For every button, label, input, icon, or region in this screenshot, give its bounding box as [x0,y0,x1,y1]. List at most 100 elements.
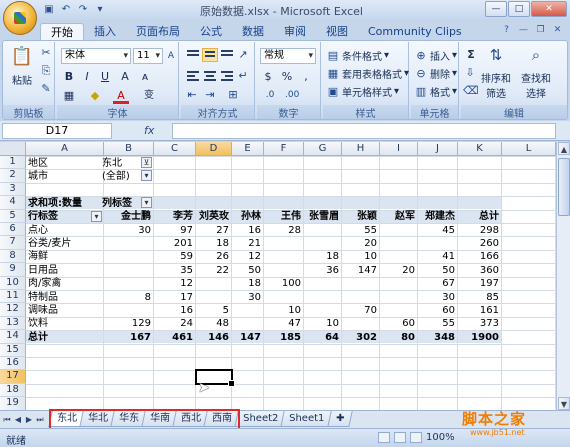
increase-indent-icon[interactable]: ⇥ [203,88,217,102]
insert-function-button[interactable]: fx [118,124,170,139]
pivot-total-cell[interactable]: 461 [156,331,193,344]
cell-styles-button[interactable]: ▣ 单元格样式 ▾ [326,84,399,100]
pivot-total-cell[interactable]: 167 [106,331,151,344]
pivot-value-cell[interactable] [106,277,151,290]
autosum-button[interactable]: Σ [463,47,479,63]
pivot-value-cell[interactable]: 50 [420,264,455,277]
pivot-value-cell[interactable]: 10 [306,317,339,330]
pivot-value-cell[interactable]: 360 [460,264,499,277]
pivot-value-cell[interactable] [382,277,415,290]
pivot-value-cell[interactable]: 201 [156,237,193,250]
pivot-total-cell[interactable]: 146 [198,331,229,344]
tab-community-clips[interactable]: Community Clips [358,23,472,41]
column-header-b[interactable]: B [104,142,154,156]
pivot-total-cell[interactable]: 302 [344,331,377,344]
row-header-19[interactable]: 19 [0,397,26,410]
pivot-value-cell[interactable] [344,277,377,290]
pivot-total-cell[interactable]: 185 [266,331,301,344]
pivot-row-label-cell[interactable]: 点心 [28,224,101,237]
row-header-3[interactable]: 3 [0,182,26,197]
scroll-down-icon[interactable]: ▼ [558,397,570,410]
row-header-15[interactable]: 15 [0,343,26,357]
save-icon[interactable]: ▣ [42,3,56,17]
pivot-value-cell[interactable]: 21 [234,237,261,250]
pivot-value-cell[interactable]: 22 [198,264,229,277]
pivot-value-cell[interactable] [234,317,261,330]
merge-center-icon[interactable]: ⊞ [226,88,240,102]
clear-icon[interactable]: ⌫ [463,84,479,98]
insert-sheet-icon[interactable]: ✚ [326,411,353,427]
pivot-total-cell[interactable]: 80 [382,331,415,344]
pivot-value-cell[interactable] [382,304,415,317]
pivot-value-cell[interactable]: 28 [266,224,301,237]
number-format-select[interactable]: 常规 [260,48,316,64]
underline-button[interactable]: U [97,69,113,85]
column-header-e[interactable]: E [232,142,264,156]
tab-home[interactable]: 开始 [40,23,84,41]
maximize-button[interactable]: □ [508,1,530,17]
filter-dropdown-icon[interactable]: ▾ [141,170,152,182]
ribbon-close-icon[interactable]: ✕ [551,24,564,37]
pivot-value-cell[interactable]: 161 [460,304,499,317]
column-header-d[interactable]: D [196,142,232,156]
office-button[interactable] [3,1,37,35]
pivot-column-header[interactable]: 赵军 [382,210,415,223]
redo-icon[interactable]: ↷ [76,3,90,17]
column-header-i[interactable]: I [380,142,418,156]
pivot-value-cell[interactable]: 260 [460,237,499,250]
pivot-value-cell[interactable]: 17 [156,291,193,304]
pivot-value-cell[interactable]: 10 [344,250,377,263]
font-size-select[interactable]: 11 [133,48,163,64]
align-center-icon[interactable] [202,69,218,83]
scroll-up-icon[interactable]: ▲ [558,142,570,155]
pivot-value-cell[interactable]: 166 [460,250,499,263]
pivot-value-cell[interactable]: 36 [306,264,339,277]
pivot-value-cell[interactable] [198,277,229,290]
pivot-value-label[interactable]: 求和项:数量 [28,197,101,210]
grow-font-button[interactable]: A [117,69,133,85]
shrink-font-icon[interactable]: ᴀ [137,69,153,85]
comma-button[interactable]: , [298,69,314,85]
decrease-decimal-icon[interactable]: .00 [285,88,299,102]
row-header-10[interactable]: 10 [0,276,26,290]
pivot-value-cell[interactable]: 16 [156,304,193,317]
pivot-value-cell[interactable] [306,277,339,290]
pivot-column-header[interactable]: 张颖 [344,210,377,223]
font-color-button[interactable]: A [113,88,129,104]
pivot-column-header[interactable]: 王伟 [266,210,301,223]
pivot-value-cell[interactable] [266,264,301,277]
pivot-value-cell[interactable]: 18 [198,237,229,250]
column-header-g[interactable]: G [304,142,342,156]
delete-cells-button[interactable]: ⊖ 删除 ▾ [414,66,457,82]
pivot-row-label-cell[interactable]: 肉/家禽 [28,277,101,290]
row-header-5[interactable]: 5 [0,209,26,223]
pivot-value-cell[interactable]: 60 [420,304,455,317]
align-top-icon[interactable] [185,48,201,62]
currency-button[interactable]: $ [260,69,276,85]
pivot-value-cell[interactable]: 12 [234,250,261,263]
tab-insert[interactable]: 插入 [84,23,126,41]
tab-view[interactable]: 视图 [316,23,358,41]
font-name-select[interactable]: 宋体 [61,48,131,64]
column-header-c[interactable]: C [154,142,196,156]
pivot-row-label-cell[interactable]: 特制品 [28,291,101,304]
pivot-value-cell[interactable]: 27 [198,224,229,237]
pivot-value-cell[interactable] [106,304,151,317]
spreadsheet-grid[interactable]: A B C D E F G H I J K L 1 2 3 4 5 6 7 8 9 10 11 12 13 14 15 16 17 18 1… [0,142,556,410]
decrease-indent-icon[interactable]: ⇤ [185,88,199,102]
phonetic-button[interactable]: 变 [141,88,157,104]
pivot-value-cell[interactable] [106,264,151,277]
pivot-value-cell[interactable]: 5 [198,304,229,317]
copy-icon[interactable]: ⎘ [39,64,53,78]
tab-page-layout[interactable]: 页面布局 [126,23,190,41]
pivot-total-cell[interactable]: 1900 [460,331,499,344]
find-select-button[interactable]: ⌕ 查找和 选择 [521,46,551,100]
pivot-value-cell[interactable] [266,237,301,250]
pivot-value-cell[interactable] [344,317,377,330]
zoom-level[interactable]: 100% [426,432,455,443]
cut-icon[interactable]: ✂ [39,46,53,60]
pivot-value-cell[interactable]: 24 [156,317,193,330]
pivot-column-header[interactable]: 刘英玫 [198,210,229,223]
pivot-value-cell[interactable]: 18 [234,277,261,290]
column-header-k[interactable]: K [458,142,502,156]
